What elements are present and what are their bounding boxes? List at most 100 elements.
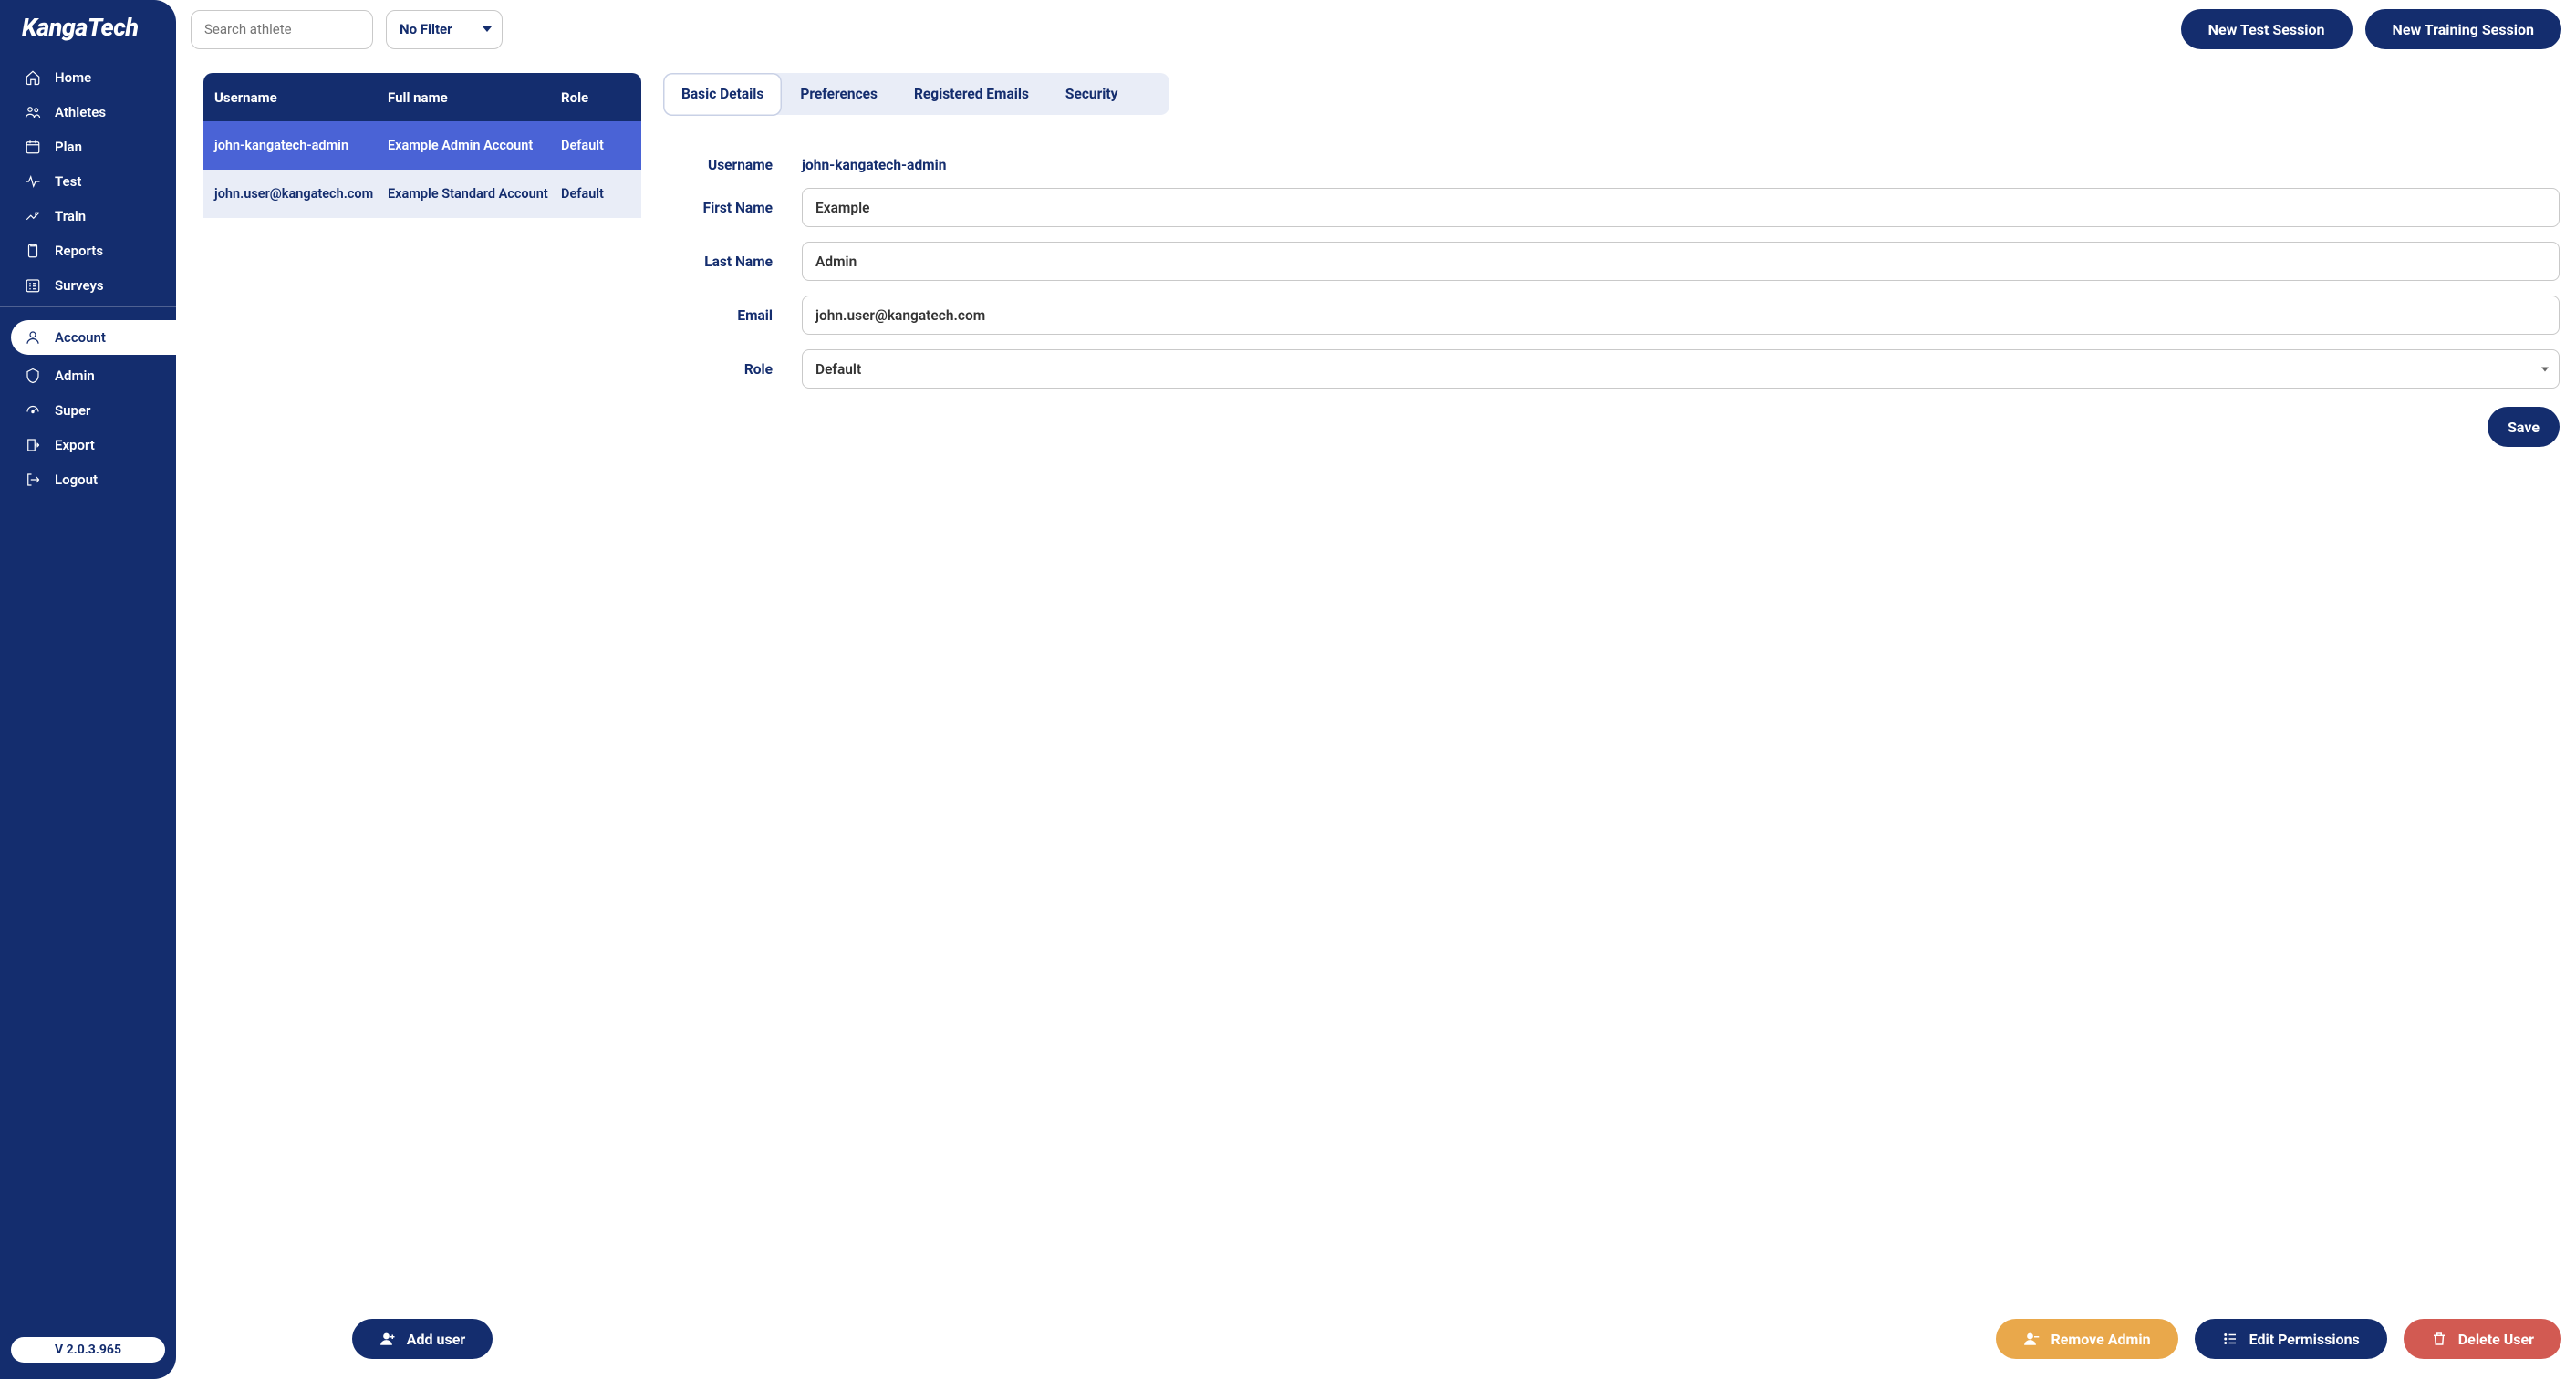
cell-fullname: Example Admin Account [388,138,561,153]
add-user-button[interactable]: Add user [352,1319,493,1359]
cell-username: john.user@kangatech.com [214,186,388,202]
email-label: Email [663,307,773,324]
sidebar-item-export[interactable]: Export [0,428,176,462]
sidebar-item-label: Account [55,329,106,346]
firstname-label: First Name [663,200,773,216]
remove-admin-icon [2023,1331,2040,1347]
col-header-role: Role [561,89,630,106]
tab-label: Registered Emails [914,86,1029,102]
sidebar-item-logout[interactable]: Logout [0,462,176,497]
reports-icon [24,242,42,260]
logout-icon [24,471,42,489]
col-header-username: Username [214,89,388,106]
filter-select[interactable]: No Filter [386,10,503,49]
cell-username: john-kangatech-admin [214,138,388,153]
sidebar-item-label: Athletes [55,104,106,120]
sidebar-item-athletes[interactable]: Athletes [0,95,176,130]
version-pill: V 2.0.3.965 [11,1337,165,1363]
basic-details-form: Username john-kangatech-admin First Name… [663,115,2560,447]
home-icon [24,68,42,87]
lastname-label: Last Name [663,254,773,270]
delete-user-button[interactable]: Delete User [2404,1319,2561,1359]
tab-registered-emails[interactable]: Registered Emails [896,73,1047,115]
test-icon [24,172,42,191]
button-label: Remove Admin [2051,1331,2150,1348]
tab-basic-details[interactable]: Basic Details [663,73,782,116]
surveys-icon [24,276,42,295]
form-row-email: Email [663,296,2560,349]
sidebar-item-admin[interactable]: Admin [0,358,176,393]
sidebar-item-reports[interactable]: Reports [0,233,176,268]
sidebar-item-label: Reports [55,243,103,259]
trash-icon [2431,1331,2447,1347]
main-content: No Filter New Test Session New Training … [176,0,2576,1379]
filter-select-wrap: No Filter [386,10,503,49]
sidebar-item-account[interactable]: Account [11,320,176,355]
detail-tabs: Basic Details Preferences Registered Ema… [663,73,1169,115]
sidebar-group-2: Account Admin Super Export [0,311,176,497]
table-row[interactable]: john.user@kangatech.com Example Standard… [203,170,641,218]
cell-fullname: Example Standard Account [388,186,561,202]
footer-action-bar: Add user Remove Admin Edit Permissions [176,1319,2576,1379]
form-row-lastname: Last Name [663,242,2560,296]
super-icon [24,401,42,420]
sidebar-item-label: Home [55,69,91,86]
cell-role: Default [561,138,630,153]
form-row-role: Role Default [663,349,2560,403]
user-table: Username Full name Role john-kangatech-a… [203,73,641,218]
sidebar-item-home[interactable]: Home [0,60,176,95]
sidebar-item-label: Logout [55,472,98,488]
athletes-icon [24,103,42,121]
new-test-session-button[interactable]: New Test Session [2181,9,2353,49]
detail-column: Basic Details Preferences Registered Ema… [663,73,2561,1379]
sidebar-item-label: Export [55,437,95,453]
tab-label: Security [1065,86,1118,102]
sidebar-group-1: Home Athletes Plan Test [0,47,176,303]
form-row-firstname: First Name [663,188,2560,242]
email-input[interactable] [802,296,2560,335]
train-icon [24,207,42,225]
button-label: New Test Session [2208,21,2325,38]
user-list-column: Username Full name Role john-kangatech-a… [203,73,641,1379]
edit-permissions-button[interactable]: Edit Permissions [2195,1319,2387,1359]
sidebar-item-surveys[interactable]: Surveys [0,268,176,303]
search-input[interactable] [191,10,373,49]
remove-admin-button[interactable]: Remove Admin [1996,1319,2177,1359]
save-row: Save [663,403,2560,447]
sidebar-item-plan[interactable]: Plan [0,130,176,164]
content-columns: Username Full name Role john-kangatech-a… [191,73,2561,1379]
user-table-header: Username Full name Role [203,73,641,121]
app-logo: KangaTech [0,0,176,47]
sidebar-item-label: Train [55,208,86,224]
tab-preferences[interactable]: Preferences [782,73,896,115]
sidebar-item-label: Plan [55,139,82,155]
username-label: Username [663,157,773,173]
button-label: Edit Permissions [2249,1331,2360,1348]
cell-role: Default [561,186,630,202]
sidebar-item-label: Surveys [55,277,104,294]
save-button[interactable]: Save [2488,407,2560,447]
plan-icon [24,138,42,156]
role-label: Role [663,361,773,378]
new-training-session-button[interactable]: New Training Session [2365,9,2561,49]
export-icon [24,436,42,454]
lastname-input[interactable] [802,242,2560,281]
role-select[interactable]: Default [802,349,2560,389]
table-row[interactable]: john-kangatech-admin Example Admin Accou… [203,121,641,170]
topbar: No Filter New Test Session New Training … [191,9,2561,73]
admin-icon [24,367,42,385]
form-row-username: Username john-kangatech-admin [663,157,2560,188]
sidebar-item-test[interactable]: Test [0,164,176,199]
sidebar-item-train[interactable]: Train [0,199,176,233]
button-label: Delete User [2458,1331,2534,1348]
app-root: KangaTech Home Athletes Plan [0,0,2576,1379]
tab-security[interactable]: Security [1047,73,1137,115]
col-header-fullname: Full name [388,89,561,106]
sidebar-item-label: Super [55,402,90,419]
sidebar-item-super[interactable]: Super [0,393,176,428]
list-icon [2222,1331,2238,1347]
firstname-input[interactable] [802,188,2560,227]
sidebar: KangaTech Home Athletes Plan [0,0,176,1379]
button-label: Save [2508,419,2540,436]
button-label: New Training Session [2393,21,2534,38]
